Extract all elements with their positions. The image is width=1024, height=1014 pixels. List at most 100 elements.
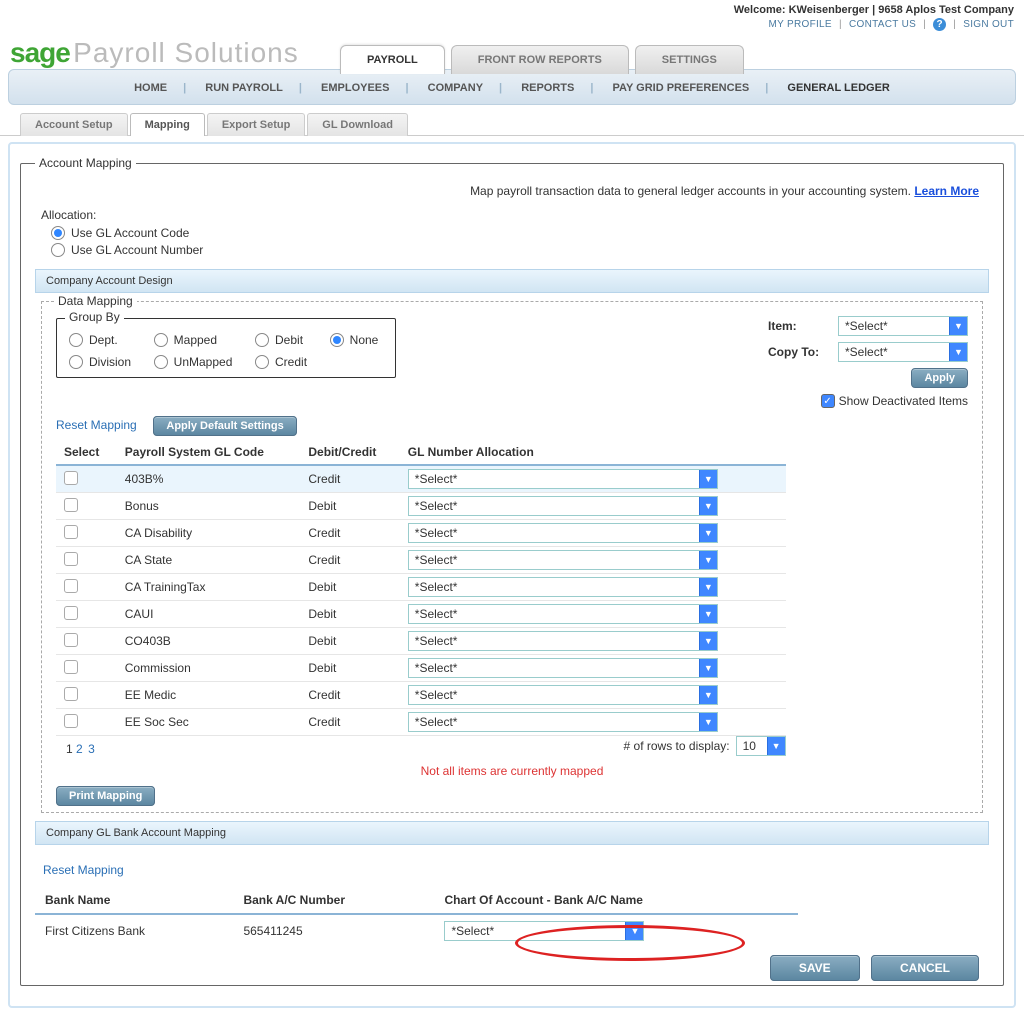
menu-run-payroll[interactable]: RUN PAYROLL <box>197 82 291 94</box>
row-dc: Debit <box>300 655 399 682</box>
row-checkbox[interactable] <box>64 687 78 701</box>
checkbox-show-deactivated[interactable]: ✓ <box>821 394 835 408</box>
label-gl-account-code: Use GL Account Code <box>71 226 189 240</box>
chevron-down-icon: ▼ <box>625 922 643 940</box>
menu-reports[interactable]: REPORTS <box>513 82 582 94</box>
col-select: Select <box>56 440 117 465</box>
bank-chart-select[interactable]: *Select* ▼ <box>444 921 644 941</box>
row-gl-select[interactable]: *Select*▼ <box>408 469 718 489</box>
menu-general-ledger[interactable]: GENERAL LEDGER <box>779 82 897 94</box>
row-dc: Credit <box>300 520 399 547</box>
print-mapping-button[interactable]: Print Mapping <box>56 786 155 806</box>
row-dc: Credit <box>300 547 399 574</box>
subtab-gl-download[interactable]: GL Download <box>307 113 408 136</box>
table-row: CA TrainingTaxDebit*Select*▼ <box>56 574 786 601</box>
table-row: CO403BDebit*Select*▼ <box>56 628 786 655</box>
bank-reset-mapping-link[interactable]: Reset Mapping <box>43 863 124 877</box>
row-code: CAUI <box>117 601 301 628</box>
apply-default-settings-button[interactable]: Apply Default Settings <box>153 416 296 436</box>
menu-home[interactable]: HOME <box>126 82 175 94</box>
row-gl-select[interactable]: *Select*▼ <box>408 496 718 516</box>
row-gl-select[interactable]: *Select*▼ <box>408 712 718 732</box>
radio-gl-account-number[interactable] <box>51 243 65 257</box>
save-button[interactable]: SAVE <box>770 955 860 981</box>
sub-tabs: Account Setup Mapping Export Setup GL Do… <box>20 113 1024 136</box>
select-copy-to[interactable]: *Select* ▼ <box>838 342 968 362</box>
row-code: CA Disability <box>117 520 301 547</box>
table-row: CA DisabilityCredit *Select*▼ <box>56 520 786 547</box>
row-gl-select[interactable]: *Select*▼ <box>408 658 718 678</box>
page-3[interactable]: 3 <box>88 742 95 756</box>
select-item[interactable]: *Select* ▼ <box>838 316 968 336</box>
chevron-down-icon: ▼ <box>699 713 717 731</box>
data-mapping-legend: Data Mapping <box>54 294 137 308</box>
subtab-export-setup[interactable]: Export Setup <box>207 113 305 136</box>
welcome-user: KWeisenberger <box>789 4 870 16</box>
contact-us-link[interactable]: CONTACT US <box>849 19 916 30</box>
row-checkbox[interactable] <box>64 606 78 620</box>
radio-mapped[interactable] <box>154 333 168 347</box>
learn-more-link[interactable]: Learn More <box>914 184 979 198</box>
chevron-down-icon: ▼ <box>699 578 717 596</box>
tab-front-row-reports[interactable]: FRONT ROW REPORTS <box>451 45 629 74</box>
brand-product: Payroll Solutions <box>73 37 299 69</box>
row-gl-select[interactable]: *Select*▼ <box>408 685 718 705</box>
table-row: 403B%Credit*Select*▼ <box>56 465 786 493</box>
subtab-account-setup[interactable]: Account Setup <box>20 113 128 136</box>
chevron-down-icon: ▼ <box>699 524 717 542</box>
row-checkbox[interactable] <box>64 498 78 512</box>
page-2[interactable]: 2 <box>76 742 83 756</box>
tab-settings[interactable]: SETTINGS <box>635 45 744 74</box>
radio-division[interactable] <box>69 355 83 369</box>
page-1[interactable]: 1 <box>66 742 73 756</box>
radio-unmapped[interactable] <box>154 355 168 369</box>
row-gl-select[interactable]: *Select*▼ <box>408 631 718 651</box>
row-gl-select[interactable]: *Select*▼ <box>408 523 718 543</box>
account-mapping-fieldset: Account Mapping Map payroll transaction … <box>20 156 1004 986</box>
row-dc: Credit <box>300 682 399 709</box>
row-checkbox[interactable] <box>64 471 78 485</box>
row-checkbox[interactable] <box>64 579 78 593</box>
radio-dept[interactable] <box>69 333 83 347</box>
help-icon[interactable]: ? <box>933 18 946 31</box>
menu-employees[interactable]: EMPLOYEES <box>313 82 397 94</box>
rows-display-label: # of rows to display: <box>624 739 730 753</box>
cancel-button[interactable]: CANCEL <box>871 955 979 981</box>
row-checkbox[interactable] <box>64 525 78 539</box>
group-by-legend: Group By <box>65 310 124 324</box>
col-code: Payroll System GL Code <box>117 440 301 465</box>
chevron-down-icon: ▼ <box>949 343 967 361</box>
tab-payroll[interactable]: PAYROLL <box>340 45 445 74</box>
row-gl-select[interactable]: *Select*▼ <box>408 550 718 570</box>
content-panel: Account Mapping Map payroll transaction … <box>8 142 1016 1008</box>
table-row: EE Soc SecCredit*Select*▼ <box>56 709 786 736</box>
rows-display-select[interactable]: 10 ▼ <box>736 736 786 756</box>
row-checkbox[interactable] <box>64 714 78 728</box>
radio-none[interactable] <box>330 333 344 347</box>
row-checkbox[interactable] <box>64 633 78 647</box>
my-profile-link[interactable]: MY PROFILE <box>769 19 832 30</box>
welcome-bar: Welcome: KWeisenberger | 9658 Aplos Test… <box>0 0 1024 16</box>
table-row: CommissionDebit*Select*▼ <box>56 655 786 682</box>
account-mapping-legend: Account Mapping <box>35 156 136 170</box>
row-gl-select[interactable]: *Select*▼ <box>408 604 718 624</box>
menu-company[interactable]: COMPANY <box>420 82 491 94</box>
chevron-down-icon: ▼ <box>699 497 717 515</box>
welcome-company: 9658 Aplos Test Company <box>878 4 1014 16</box>
menu-pay-grid[interactable]: PAY GRID PREFERENCES <box>605 82 758 94</box>
apply-button[interactable]: Apply <box>911 368 968 388</box>
row-gl-select[interactable]: *Select*▼ <box>408 577 718 597</box>
radio-gl-account-code[interactable] <box>51 226 65 240</box>
row-code: CA TrainingTax <box>117 574 301 601</box>
sign-out-link[interactable]: SIGN OUT <box>963 19 1014 30</box>
chevron-down-icon: ▼ <box>699 632 717 650</box>
reset-mapping-link[interactable]: Reset Mapping <box>56 418 137 432</box>
radio-debit[interactable] <box>255 333 269 347</box>
subtab-mapping[interactable]: Mapping <box>130 113 205 136</box>
row-code: CO403B <box>117 628 301 655</box>
row-checkbox[interactable] <box>64 660 78 674</box>
chevron-down-icon: ▼ <box>699 686 717 704</box>
radio-credit[interactable] <box>255 355 269 369</box>
label-show-deactivated: Show Deactivated Items <box>839 394 968 408</box>
row-checkbox[interactable] <box>64 552 78 566</box>
